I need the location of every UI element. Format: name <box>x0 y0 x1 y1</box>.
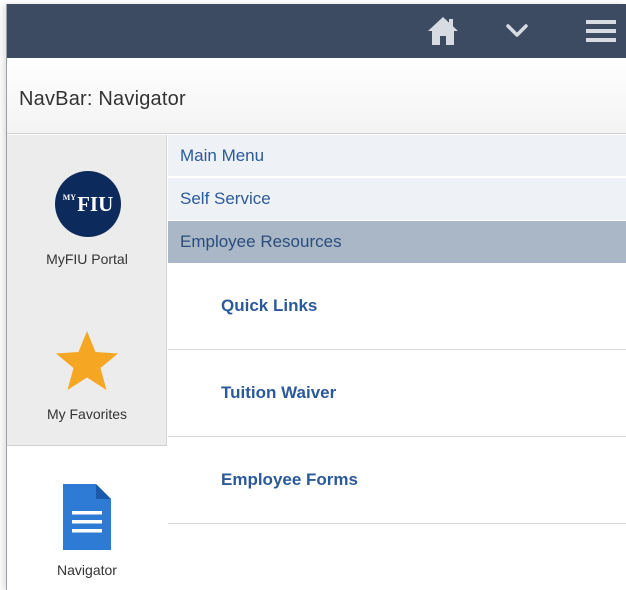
home-icon[interactable] <box>421 4 465 58</box>
page-title: NavBar: Navigator <box>19 88 186 110</box>
app-frame: NavBar: Navigator MY FIU MyFIU Portal My … <box>6 4 626 590</box>
chevron-down-icon[interactable] <box>499 4 535 58</box>
rail-item-myfiu-portal[interactable]: MY FIU MyFIU Portal <box>7 135 167 290</box>
star-icon <box>56 331 118 390</box>
top-navbar <box>7 4 626 58</box>
rail-item-label: MyFIU Portal <box>46 251 128 267</box>
rail-item-my-favorites[interactable]: My Favorites <box>7 290 167 445</box>
document-icon <box>63 484 111 550</box>
rail-item-navigator[interactable]: Navigator <box>7 445 167 590</box>
menu-list: Quick Links Tuition Waiver Employee Form… <box>168 263 626 524</box>
list-item-tuition-waiver[interactable]: Tuition Waiver <box>168 350 626 437</box>
breadcrumb-self-service[interactable]: Self Service <box>168 178 626 221</box>
logo-text: FIU <box>77 191 114 216</box>
page-header: NavBar: Navigator <box>7 58 626 134</box>
list-item-employee-forms[interactable]: Employee Forms <box>168 437 626 524</box>
breadcrumb-main-menu[interactable]: Main Menu <box>168 135 626 178</box>
breadcrumb-employee-resources[interactable]: Employee Resources <box>168 221 626 263</box>
logo-superscript: MY <box>62 192 77 202</box>
myfiu-logo-icon: MY FIU <box>55 171 121 237</box>
rail-item-label: My Favorites <box>46 406 128 422</box>
menu-icon[interactable] <box>579 4 623 58</box>
rail-item-label: Navigator <box>57 562 117 578</box>
list-item-quick-links[interactable]: Quick Links <box>168 263 626 350</box>
left-rail: MY FIU MyFIU Portal My Favorites Navigato… <box>7 135 167 590</box>
